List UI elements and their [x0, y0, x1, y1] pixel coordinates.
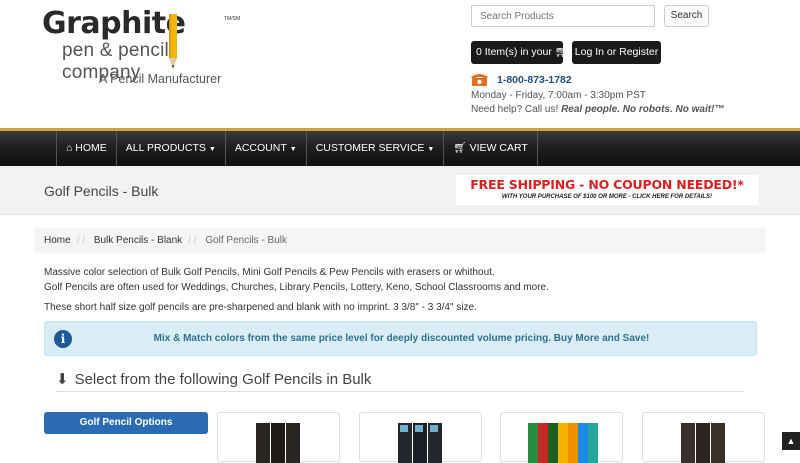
- product-card[interactable]: [217, 412, 340, 463]
- product-image: [528, 423, 598, 463]
- free-shipping-subtext: WITH YOUR PURCHASE OF $100 OR MORE - CLI…: [501, 194, 713, 200]
- search-input[interactable]: [471, 5, 655, 27]
- section-heading-text: Select from the following Golf Pencils i…: [74, 371, 372, 388]
- nav-view-cart-label: VIEW CART: [469, 142, 528, 154]
- page-title: Golf Pencils - Bulk: [44, 183, 159, 199]
- help-emphasis: Real people. No robots. No wait!™: [561, 104, 725, 115]
- arrow-down-icon: ⬇︎: [56, 371, 69, 388]
- breadcrumb-separator: / /: [76, 235, 86, 246]
- breadcrumb-bulk-pencils[interactable]: Bulk Pencils - Blank: [94, 235, 182, 246]
- product-image: [256, 423, 300, 463]
- search-button[interactable]: Search: [664, 5, 709, 27]
- description-line-3: These short half size golf pencils are p…: [44, 302, 477, 313]
- product-card[interactable]: [359, 412, 482, 463]
- help-prefix: Need help? Call us!: [471, 104, 559, 115]
- nav-view-cart[interactable]: 🛒︎ VIEW CART: [444, 131, 538, 166]
- section-heading: ⬇︎ Select from the following Golf Pencils…: [56, 370, 744, 392]
- nav-all-products-label: ALL PRODUCTS: [125, 142, 206, 154]
- product-card[interactable]: [642, 412, 765, 463]
- breadcrumb: Home / / Bulk Pencils - Blank / / Golf Pen…: [34, 228, 766, 253]
- free-shipping-headline: FREE SHIPPING - NO COUPON NEEDED!*: [470, 177, 744, 192]
- company-logo[interactable]: Graphite TM/SM pen & pencil company A Pe…: [42, 6, 252, 86]
- breadcrumb-current: Golf Pencils - Bulk: [205, 235, 288, 246]
- cart-summary-button[interactable]: 0 Item(s) in your 🛒︎: [471, 41, 568, 64]
- nav-all-products[interactable]: ALL PRODUCTS ▼: [117, 131, 226, 166]
- nav-home-label: HOME: [75, 142, 107, 154]
- page-title-band: Golf Pencils - Bulk FREE SHIPPING - NO C…: [0, 166, 800, 215]
- nav-account[interactable]: ACCOUNT ▼: [226, 131, 307, 166]
- logo-tagline: A Pencil Manufacturer: [99, 72, 222, 86]
- description-line-2: Golf Pencils are often used for Weddings…: [44, 282, 549, 293]
- breadcrumb-home[interactable]: Home: [44, 235, 71, 246]
- nav-customer-service-label: CUSTOMER SERVICE: [315, 142, 425, 154]
- caret-down-icon: ▼: [289, 146, 297, 153]
- phone-number[interactable]: 1-800-873-1782: [497, 74, 572, 86]
- nav-account-label: ACCOUNT: [234, 142, 287, 154]
- login-register-button[interactable]: Log In or Register: [572, 41, 661, 64]
- description-line-1: Massive color selection of Bulk Golf Pen…: [44, 267, 495, 278]
- cart-icon: 🛒︎: [453, 142, 467, 154]
- product-image: [681, 423, 725, 463]
- free-shipping-banner[interactable]: FREE SHIPPING - NO COUPON NEEDED!* WITH …: [456, 175, 758, 205]
- nav-home[interactable]: ⌂ HOME: [57, 131, 117, 166]
- home-icon: ⌂: [66, 142, 73, 154]
- scroll-to-top-button[interactable]: ▲: [782, 432, 800, 450]
- main-navbar: ⌂ HOME ALL PRODUCTS ▼ ACCOUNT ▼ CUSTOMER S…: [0, 128, 800, 166]
- help-text: Need help? Call us! Real people. No robo…: [471, 104, 724, 115]
- product-card[interactable]: [500, 412, 623, 463]
- product-image: [398, 423, 442, 463]
- caret-down-icon: ▼: [208, 146, 216, 153]
- chevron-up-icon: ▲: [786, 436, 796, 446]
- nav-customer-service[interactable]: CUSTOMER SERVICE ▼: [307, 131, 445, 166]
- telephone-icon: [471, 74, 488, 86]
- info-alert: i Mix & Match colors from the same price…: [44, 321, 757, 356]
- logo-wordmark: Graphite: [42, 6, 186, 41]
- breadcrumb-separator: / /: [188, 235, 197, 246]
- golf-pencil-options-button[interactable]: Golf Pencil Options: [44, 412, 208, 434]
- caret-down-icon: ▼: [427, 146, 435, 153]
- cart-icon: 🛒︎: [554, 46, 569, 58]
- business-hours: Monday - Friday, 7:00am - 3:30pm PST: [471, 90, 646, 101]
- info-alert-text: Mix & Match colors from the same price l…: [153, 333, 650, 344]
- cart-summary-label: 0 Item(s) in your: [476, 46, 552, 58]
- logo-trademark: TM/SM: [224, 16, 241, 22]
- site-header: Graphite TM/SM pen & pencil company A Pe…: [0, 0, 800, 128]
